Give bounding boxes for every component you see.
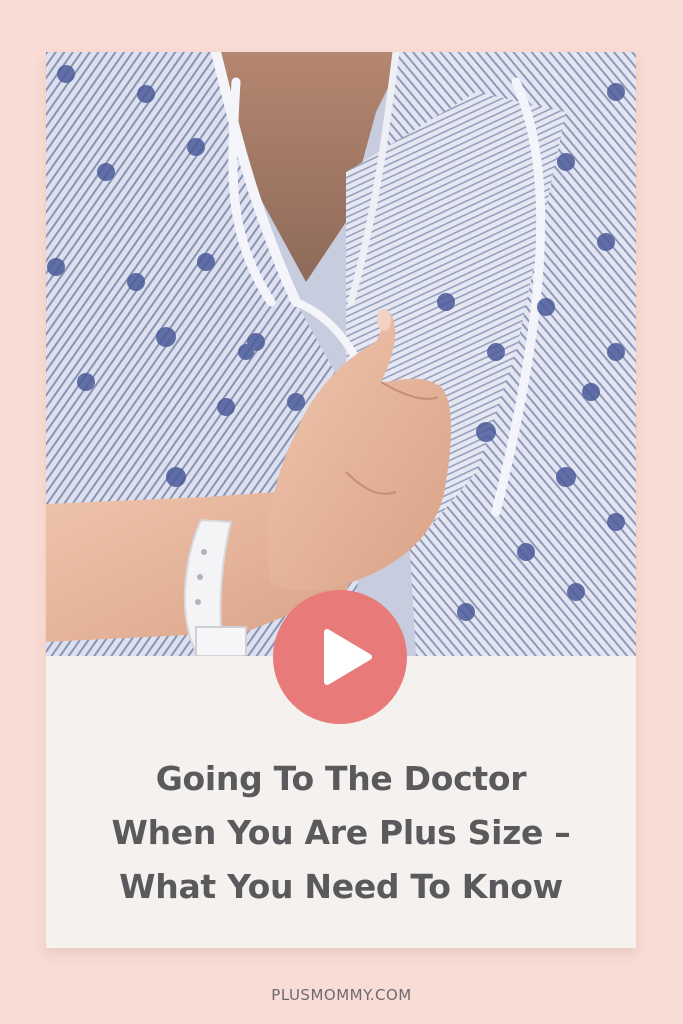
- site-url[interactable]: PLUSMOMMY.COM: [0, 986, 683, 1004]
- title-line-3: What You Need To Know: [119, 867, 563, 906]
- play-icon: [324, 629, 372, 685]
- play-button[interactable]: [273, 590, 407, 724]
- title-line-2: When You Are Plus Size –: [111, 813, 571, 852]
- hospital-gown-photo: [46, 52, 636, 656]
- article-title: Going To The Doctor When You Are Plus Si…: [46, 752, 636, 914]
- title-line-1: Going To The Doctor: [155, 759, 527, 798]
